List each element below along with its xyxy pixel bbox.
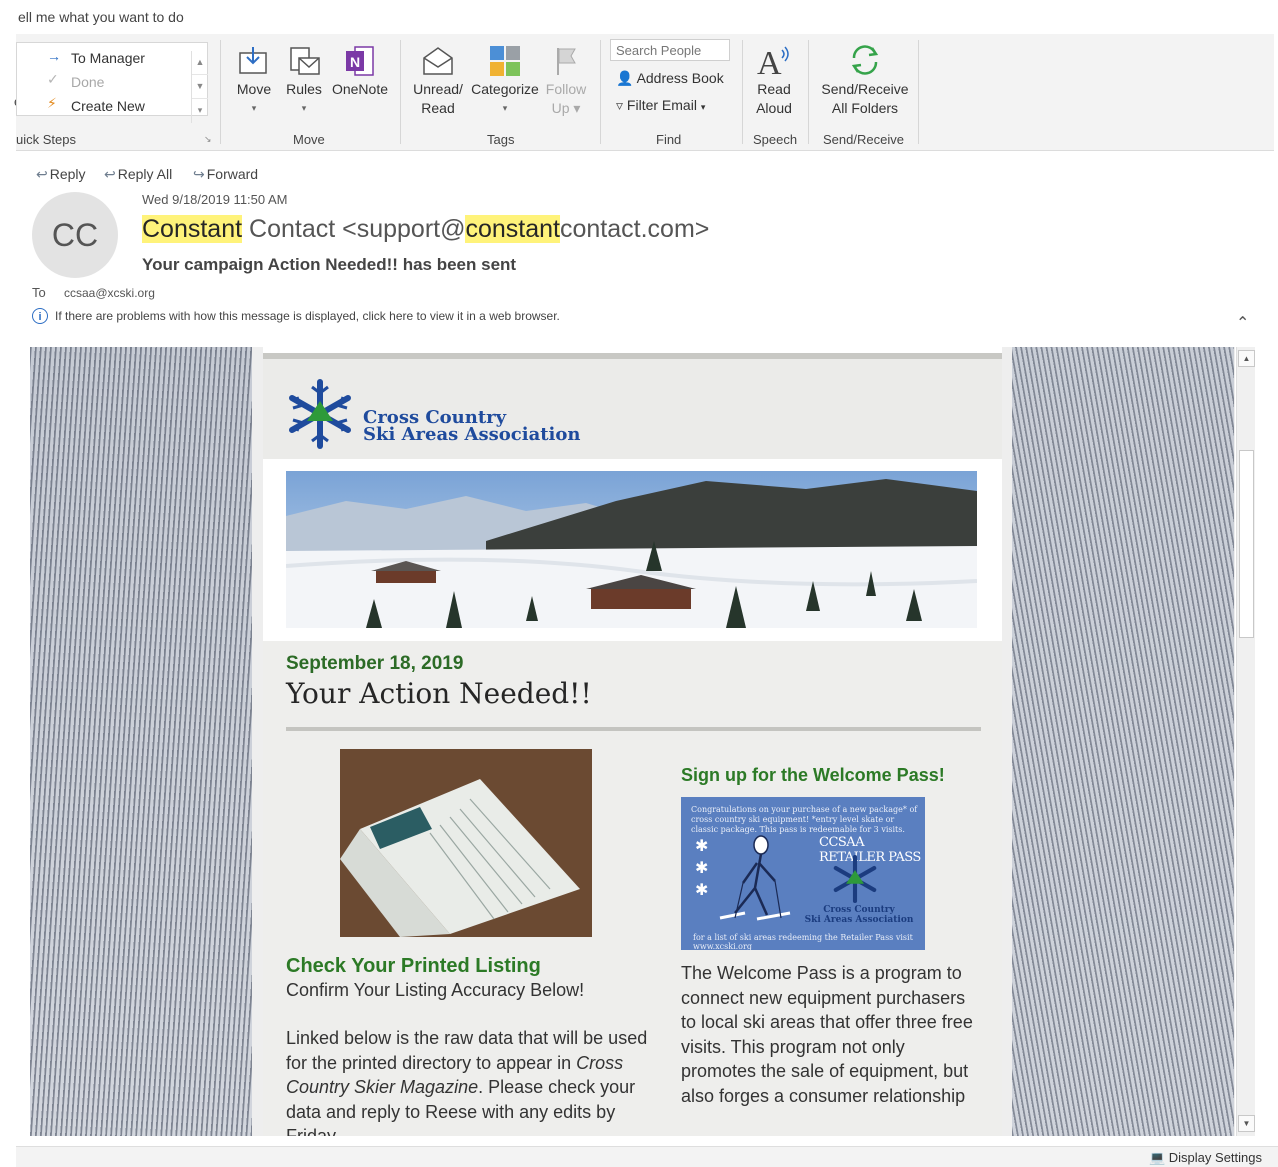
search-people-input[interactable]: Search People xyxy=(610,39,730,61)
display-settings-icon: 💻 xyxy=(1148,1150,1166,1165)
to-recipient[interactable]: ccsaa@xcski.org xyxy=(64,286,155,300)
follow-up-button[interactable]: Follow Up ▾ xyxy=(544,44,588,118)
quick-steps-gallery: → To Manager ✓ Done ⚡ Create New ▲ ▼ ▾ xyxy=(16,42,208,123)
arrow-right-icon: → xyxy=(47,48,61,64)
logo-band: Cross Country Ski Areas Association xyxy=(263,359,1002,459)
to-label: To xyxy=(32,285,46,300)
expand-gallery-icon[interactable]: ▾ xyxy=(192,99,208,122)
svg-text:✱: ✱ xyxy=(695,858,708,877)
welcome-pass-heading[interactable]: Sign up for the Welcome Pass! xyxy=(681,765,945,786)
read-aloud-button[interactable]: A Read Aloud xyxy=(752,42,796,118)
onenote-icon: N xyxy=(346,46,374,76)
status-bar: 💻 Display Settings xyxy=(16,1146,1278,1167)
scroll-thumb[interactable] xyxy=(1239,450,1254,638)
unread-read-button[interactable]: Unread/Read xyxy=(412,44,464,118)
quick-steps-scroll[interactable]: ▲ ▼ ▾ xyxy=(191,51,208,123)
printed-listing-heading[interactable]: Check Your Printed Listing xyxy=(286,955,541,978)
svg-text:✱: ✱ xyxy=(695,836,708,855)
sender-name[interactable]: Constant Contact <support@constantcontac… xyxy=(142,215,709,244)
newsletter-date: September 18, 2019 xyxy=(286,653,464,674)
svg-text:A: A xyxy=(757,45,782,78)
dialog-launcher-icon[interactable]: ↘ xyxy=(204,134,212,145)
flag-icon xyxy=(557,48,576,75)
scroll-up-icon[interactable]: ▲ xyxy=(1238,350,1255,367)
move-icon xyxy=(239,47,267,74)
email-main: September 18, 2019 Your Action Needed!! … xyxy=(263,641,1002,1136)
printed-listing-subheading: Confirm Your Listing Accuracy Below! xyxy=(286,980,585,1000)
ribbon: e → To Manager ✓ Done ⚡ Create New ▲ ▼ ▾… xyxy=(14,34,1274,151)
scroll-up-icon[interactable]: ▲ xyxy=(192,51,208,75)
send-receive-all-folders-button[interactable]: Send/Receive All Folders xyxy=(820,42,910,118)
find-group-label: Find xyxy=(656,132,682,147)
svg-text:N: N xyxy=(350,54,360,70)
snowflake-pass-icon xyxy=(833,855,877,903)
read-aloud-icon: A xyxy=(757,45,789,78)
address-book-icon: 👤 xyxy=(616,70,634,86)
email-content: Cross Country Ski Areas Association Sept… xyxy=(263,347,1002,1136)
newsletter-headline: Your Action Needed!! xyxy=(286,677,592,710)
move-button[interactable]: Move ▾ xyxy=(234,44,274,118)
printed-listing-text: Linked below is the raw data that will b… xyxy=(286,1028,648,1136)
svg-text:✱: ✱ xyxy=(695,880,708,899)
rules-button[interactable]: Rules ▾ xyxy=(284,44,324,118)
info-icon: i xyxy=(32,308,48,324)
quick-steps-label: uick Steps xyxy=(16,132,76,147)
background-texture-left xyxy=(30,347,252,1136)
message-subject: Your campaign Action Needed!! has been s… xyxy=(142,255,517,274)
forward-icon: ↪ xyxy=(193,166,205,182)
funnel-icon: ▿ xyxy=(616,97,624,113)
categorize-icon xyxy=(490,46,520,76)
tell-me-search[interactable]: ell me what you want to do xyxy=(18,9,184,25)
send-receive-group-label: Send/Receive xyxy=(823,132,904,147)
welcome-pass-text: The Welcome Pass is a program to connect… xyxy=(681,963,973,1106)
reply-button[interactable]: ↩ Reply xyxy=(36,166,86,183)
categorize-button[interactable]: Categorize ▾ xyxy=(470,44,540,118)
web-browser-infobar[interactable]: If there are problems with how this mess… xyxy=(55,309,560,323)
quick-step-done[interactable]: Done xyxy=(71,74,104,90)
address-book-button[interactable]: 👤 Address Book xyxy=(616,70,724,87)
background-texture-right xyxy=(1012,347,1234,1136)
quick-step-create-new[interactable]: Create New xyxy=(71,98,145,114)
skier-illustration-icon: ✱ ✱ ✱ xyxy=(695,835,791,921)
reply-all-icon: ↩ xyxy=(104,166,116,182)
forward-button[interactable]: ↪ Forward xyxy=(193,166,258,183)
message-body: Cross Country Ski Areas Association Sept… xyxy=(30,347,1235,1136)
display-settings-button[interactable]: 💻 Display Settings xyxy=(1149,1150,1262,1166)
reply-all-button[interactable]: ↩ Reply All xyxy=(104,166,172,183)
move-group-label: Move xyxy=(293,132,325,147)
onenote-button[interactable]: N OneNote xyxy=(330,44,390,99)
lightning-icon: ⚡ xyxy=(47,95,57,111)
logo-text: Cross Country Ski Areas Association xyxy=(363,407,581,445)
magazine-image[interactable] xyxy=(340,749,592,937)
snowflake-logo-icon xyxy=(289,379,351,449)
avatar[interactable]: CC xyxy=(32,192,118,278)
scroll-down-icon[interactable]: ▼ xyxy=(192,75,208,99)
hero-image xyxy=(286,471,977,628)
message-date: Wed 9/18/2019 11:50 AM xyxy=(142,192,288,207)
filter-email-button[interactable]: ▿ Filter Email ▾ xyxy=(616,97,705,114)
scroll-down-icon[interactable]: ▼ xyxy=(1238,1115,1255,1132)
reply-icon: ↩ xyxy=(36,166,48,182)
check-icon: ✓ xyxy=(47,71,59,87)
message-scrollbar[interactable]: ▲ ▼ xyxy=(1236,347,1255,1136)
rules-icon xyxy=(290,47,320,75)
sync-icon xyxy=(851,45,879,75)
envelope-open-icon xyxy=(423,47,453,75)
speech-group-label: Speech xyxy=(753,132,798,147)
quick-step-to-manager[interactable]: To Manager xyxy=(71,50,145,66)
welcome-pass-image[interactable]: Congratulations on your purchase of a ne… xyxy=(681,797,925,950)
tags-group-label: Tags xyxy=(487,132,515,147)
collapse-header-icon[interactable]: ⌃ xyxy=(1236,313,1249,333)
